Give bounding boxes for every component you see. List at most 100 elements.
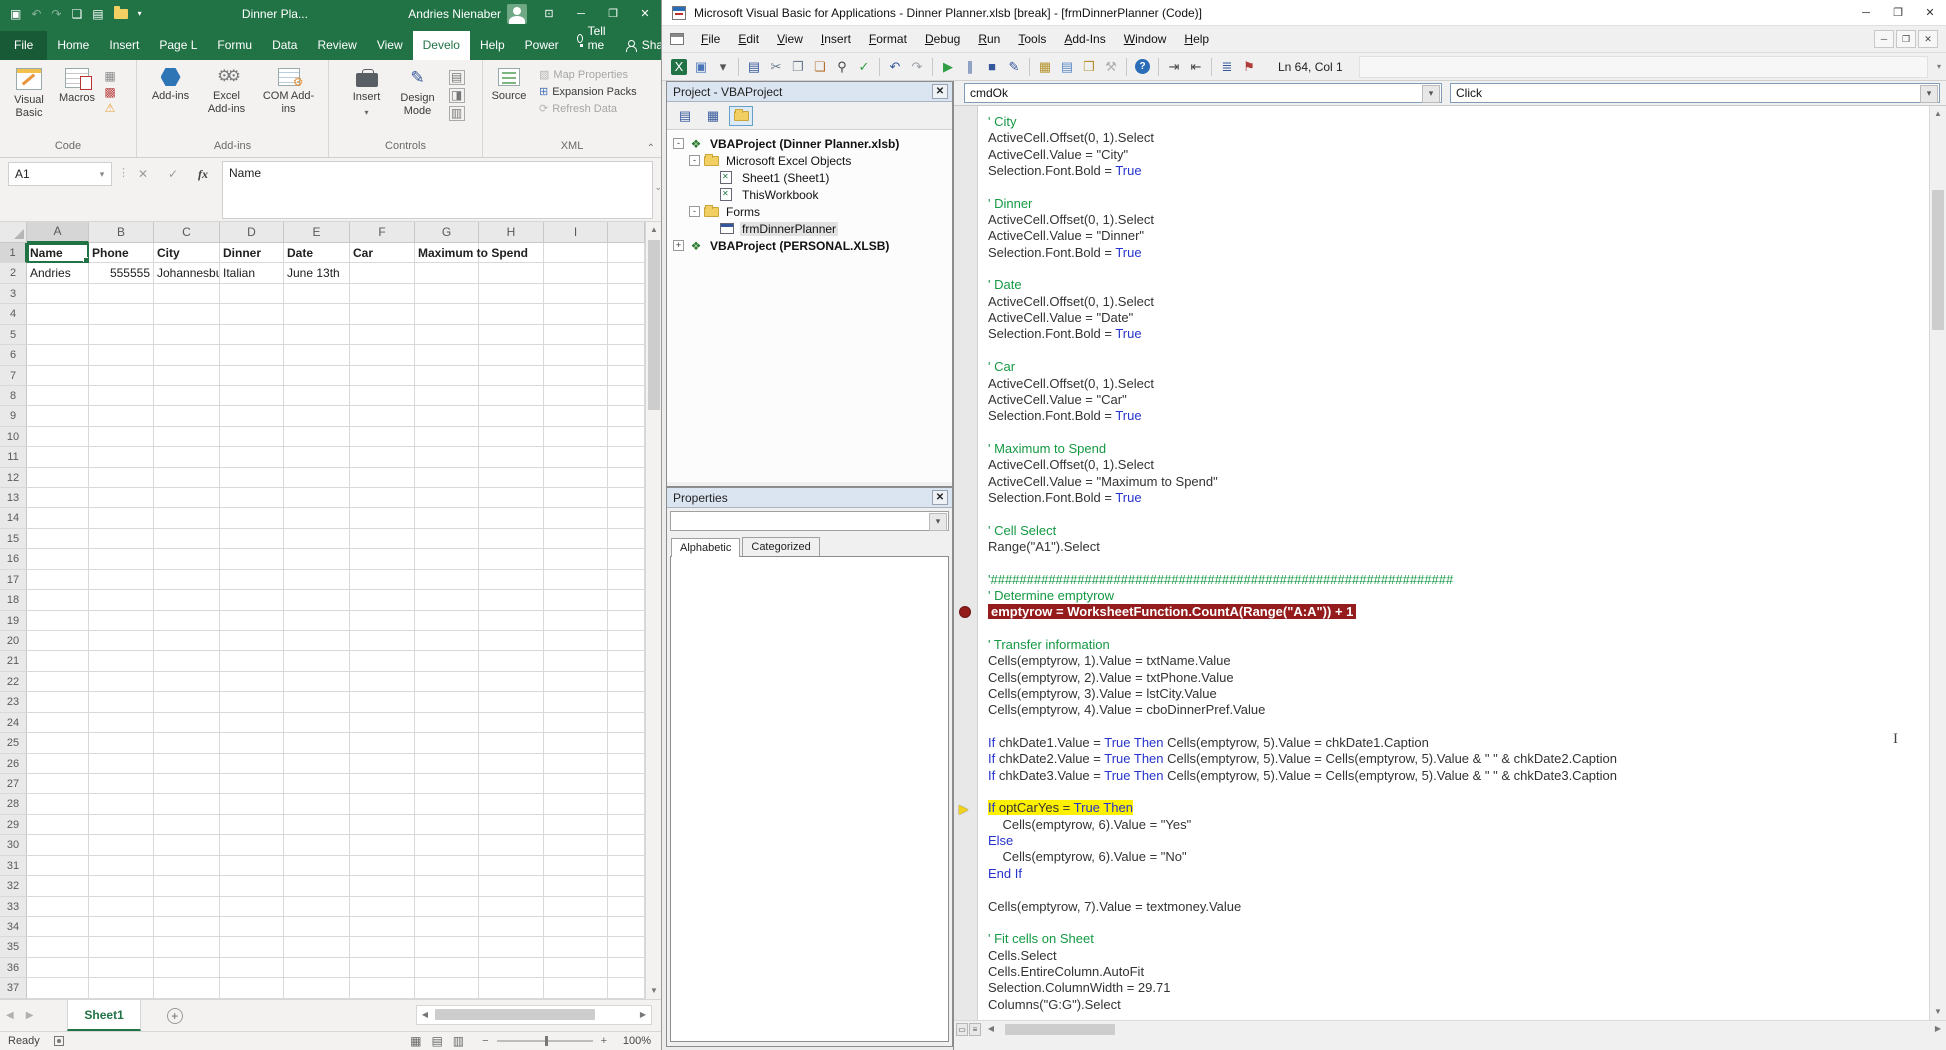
grid-cell-B16[interactable] (89, 549, 154, 569)
grid-cell-C26[interactable] (154, 754, 220, 774)
code-line[interactable]: Selection.Font.Bold = True (988, 163, 1929, 179)
grid-cell-D37[interactable] (220, 978, 284, 998)
code-line[interactable]: If chkDate3.Value = True Then Cells(empt… (988, 768, 1929, 784)
grid-cell-C30[interactable] (154, 835, 220, 855)
name-box[interactable]: A1 ▾ (8, 162, 112, 186)
procedure-view-icon[interactable]: ▭ (956, 1023, 968, 1036)
column-header-D[interactable]: D (220, 222, 284, 243)
grid-cell-C22[interactable] (154, 672, 220, 692)
grid-cell-C5[interactable] (154, 325, 220, 345)
grid-cell-E30[interactable] (284, 835, 350, 855)
code-line[interactable]: ' Fit cells on Sheet (988, 931, 1929, 947)
grid-cell-F23[interactable] (350, 692, 415, 712)
grid-cell-A37[interactable] (27, 978, 89, 998)
code-line[interactable]: ActiveCell.Offset(0, 1).Select (988, 212, 1929, 228)
close-icon[interactable]: ✕ (629, 0, 661, 28)
refresh-data-button[interactable]: ⟳ Refresh Data (539, 100, 637, 117)
grid-cell-D20[interactable] (220, 631, 284, 651)
grid-cell-C3[interactable] (154, 284, 220, 304)
grid-cell-H23[interactable] (479, 692, 544, 712)
view-excel-icon[interactable]: X (671, 59, 687, 75)
grid-cell-F19[interactable] (350, 611, 415, 631)
grid-cell-A12[interactable] (27, 468, 89, 488)
grid-cell-E5[interactable] (284, 325, 350, 345)
grid-cell-D22[interactable] (220, 672, 284, 692)
code-line[interactable] (988, 882, 1929, 898)
code-line[interactable]: If chkDate2.Value = True Then Cells(empt… (988, 751, 1929, 767)
code-line[interactable]: Selection.Font.Bold = True (988, 490, 1929, 506)
grid-cell-B10[interactable] (89, 427, 154, 447)
grid-cell-A11[interactable] (27, 447, 89, 467)
column-header-G[interactable]: G (415, 222, 479, 243)
grid-cell-B25[interactable] (89, 733, 154, 753)
macros-button[interactable]: Macros (56, 66, 98, 105)
code-line[interactable]: Cells(emptyrow, 6).Value = "Yes" (988, 817, 1929, 833)
grid-cell-D19[interactable] (220, 611, 284, 631)
grid-cell-E28[interactable] (284, 794, 350, 814)
grid-cell-G5[interactable] (415, 325, 479, 345)
grid-cell-A6[interactable] (27, 345, 89, 365)
sheet-nav-left-icon[interactable]: ◀ (0, 1010, 20, 1021)
toolbar-options-icon[interactable]: ▾ (1934, 57, 1944, 77)
grid-cell-C29[interactable] (154, 815, 220, 835)
grid-cell-A9[interactable] (27, 406, 89, 426)
project-tree-item[interactable]: -ThisWorkbook (667, 186, 952, 203)
grid-cell-G35[interactable] (415, 937, 479, 957)
grid-cell-I33[interactable] (544, 897, 608, 917)
grid-cell-G23[interactable] (415, 692, 479, 712)
grid-cell-A5[interactable] (27, 325, 89, 345)
grid-cell-E8[interactable] (284, 386, 350, 406)
grid-cell-A32[interactable] (27, 876, 89, 896)
relative-references-icon[interactable]: ▩ (102, 86, 118, 99)
menu-insert[interactable]: Insert (812, 27, 860, 51)
reset-icon[interactable]: ■ (981, 57, 1003, 77)
row-header-2[interactable]: 2 (0, 263, 27, 283)
grid-cell-G20[interactable] (415, 631, 479, 651)
grid-cell-I3[interactable] (544, 284, 608, 304)
grid-cell-D3[interactable] (220, 284, 284, 304)
grid-cell-E36[interactable] (284, 958, 350, 978)
grid-cell-D34[interactable] (220, 917, 284, 937)
grid-cell-D8[interactable] (220, 386, 284, 406)
row-header-5[interactable]: 5 (0, 325, 27, 345)
code-text[interactable]: ' CityActiveCell.Offset(0, 1).SelectActi… (978, 106, 1929, 1020)
grid-cell-I28[interactable] (544, 794, 608, 814)
code-line[interactable]: Selection.Font.Bold = True (988, 408, 1929, 424)
row-header-33[interactable]: 33 (0, 897, 27, 917)
grid-cell-I5[interactable] (544, 325, 608, 345)
grid-cell-H5[interactable] (479, 325, 544, 345)
code-line[interactable]: ActiveCell.Value = "Date" (988, 310, 1929, 326)
grid-cell-A20[interactable] (27, 631, 89, 651)
row-header-26[interactable]: 26 (0, 754, 27, 774)
grid-cell-B7[interactable] (89, 366, 154, 386)
grid-cell-F8[interactable] (350, 386, 415, 406)
grid-cell-C35[interactable] (154, 937, 220, 957)
grid-cell-C8[interactable] (154, 386, 220, 406)
grid-cell-B32[interactable] (89, 876, 154, 896)
column-header-F[interactable]: F (350, 222, 415, 243)
vertical-scroll-thumb[interactable] (1932, 190, 1944, 330)
grid-cell-C20[interactable] (154, 631, 220, 651)
code-line[interactable]: If chkDate1.Value = True Then Cells(empt… (988, 735, 1929, 751)
grid-cell-H7[interactable] (479, 366, 544, 386)
grid-cell-A21[interactable] (27, 651, 89, 671)
grid-cell-H16[interactable] (479, 549, 544, 569)
close-icon[interactable]: ✕ (932, 84, 948, 99)
code-line[interactable]: Cells(emptyrow, 3).Value = lstCity.Value (988, 686, 1929, 702)
margin-indicator-bar[interactable]: ▶ (954, 106, 978, 1020)
grid-cell-B3[interactable] (89, 284, 154, 304)
code-line[interactable]: ActiveCell.Offset(0, 1).Select (988, 457, 1929, 473)
grid-cell-H21[interactable] (479, 651, 544, 671)
menu-format[interactable]: Format (860, 27, 916, 51)
child-minimize-icon[interactable]: ─ (1874, 30, 1894, 48)
code-line[interactable] (988, 261, 1929, 277)
grid-cell-F31[interactable] (350, 856, 415, 876)
grid-cell-D13[interactable] (220, 488, 284, 508)
grid-cell-C7[interactable] (154, 366, 220, 386)
grid-cell-I2[interactable] (544, 263, 608, 283)
grid-cell-G29[interactable] (415, 815, 479, 835)
grid-cell-I30[interactable] (544, 835, 608, 855)
grid-cell-C10[interactable] (154, 427, 220, 447)
row-header-28[interactable]: 28 (0, 794, 27, 814)
control-properties-icon[interactable]: ▤ (449, 70, 465, 85)
